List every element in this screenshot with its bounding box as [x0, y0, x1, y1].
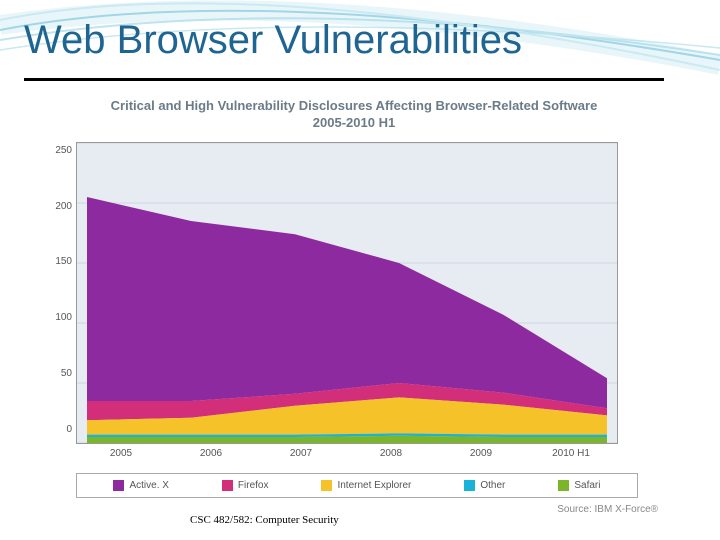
source-label: Source: IBM X-Force®: [44, 504, 658, 515]
y-tick: 100: [44, 312, 72, 323]
y-tick: 200: [44, 201, 72, 212]
footer-text: CSC 482/582: Computer Security: [190, 514, 339, 526]
chart-title-line1: Critical and High Vulnerability Disclosu…: [111, 98, 598, 113]
plot-wrap: 250 200 150 100 50 0: [44, 142, 664, 444]
legend: Active. X Firefox Internet Explorer Other Sa…: [76, 473, 638, 498]
y-tick: 150: [44, 256, 72, 267]
chart-title: Critical and High Vulnerability Disclosu…: [44, 98, 664, 132]
x-tick: 2006: [166, 448, 256, 459]
chart-title-line2: 2005-2010 H1: [44, 115, 664, 132]
page-title: Web Browser Vulnerabilities: [24, 18, 522, 63]
y-tick: 50: [44, 368, 72, 379]
legend-swatch: [222, 480, 233, 491]
title-rule: [24, 78, 664, 81]
x-tick: 2005: [76, 448, 166, 459]
legend-item: Firefox: [222, 480, 269, 491]
area-active-x: [87, 197, 607, 408]
slide: Web Browser Vulnerabilities Critical and…: [0, 0, 720, 540]
legend-swatch: [558, 480, 569, 491]
x-tick: 2010 H1: [526, 448, 616, 459]
legend-label: Active. X: [129, 480, 168, 491]
legend-item: Active. X: [113, 480, 168, 491]
y-tick: 250: [44, 145, 72, 156]
area-chart-svg: [77, 143, 617, 443]
legend-label: Other: [480, 480, 505, 491]
x-axis: 200520062007200820092010 H1: [76, 448, 616, 459]
x-tick: 2007: [256, 448, 346, 459]
legend-swatch: [321, 480, 332, 491]
chart-block: Critical and High Vulnerability Disclosu…: [44, 92, 664, 515]
legend-label: Safari: [574, 480, 600, 491]
plot-area: [76, 142, 618, 444]
y-axis: 250 200 150 100 50 0: [44, 145, 76, 435]
legend-item: Other: [464, 480, 505, 491]
legend-label: Internet Explorer: [337, 480, 411, 491]
legend-item: Safari: [558, 480, 600, 491]
legend-swatch: [464, 480, 475, 491]
legend-swatch: [113, 480, 124, 491]
legend-label: Firefox: [238, 480, 269, 491]
legend-item: Internet Explorer: [321, 480, 411, 491]
y-tick: 0: [44, 424, 72, 435]
x-tick: 2008: [346, 448, 436, 459]
x-tick: 2009: [436, 448, 526, 459]
